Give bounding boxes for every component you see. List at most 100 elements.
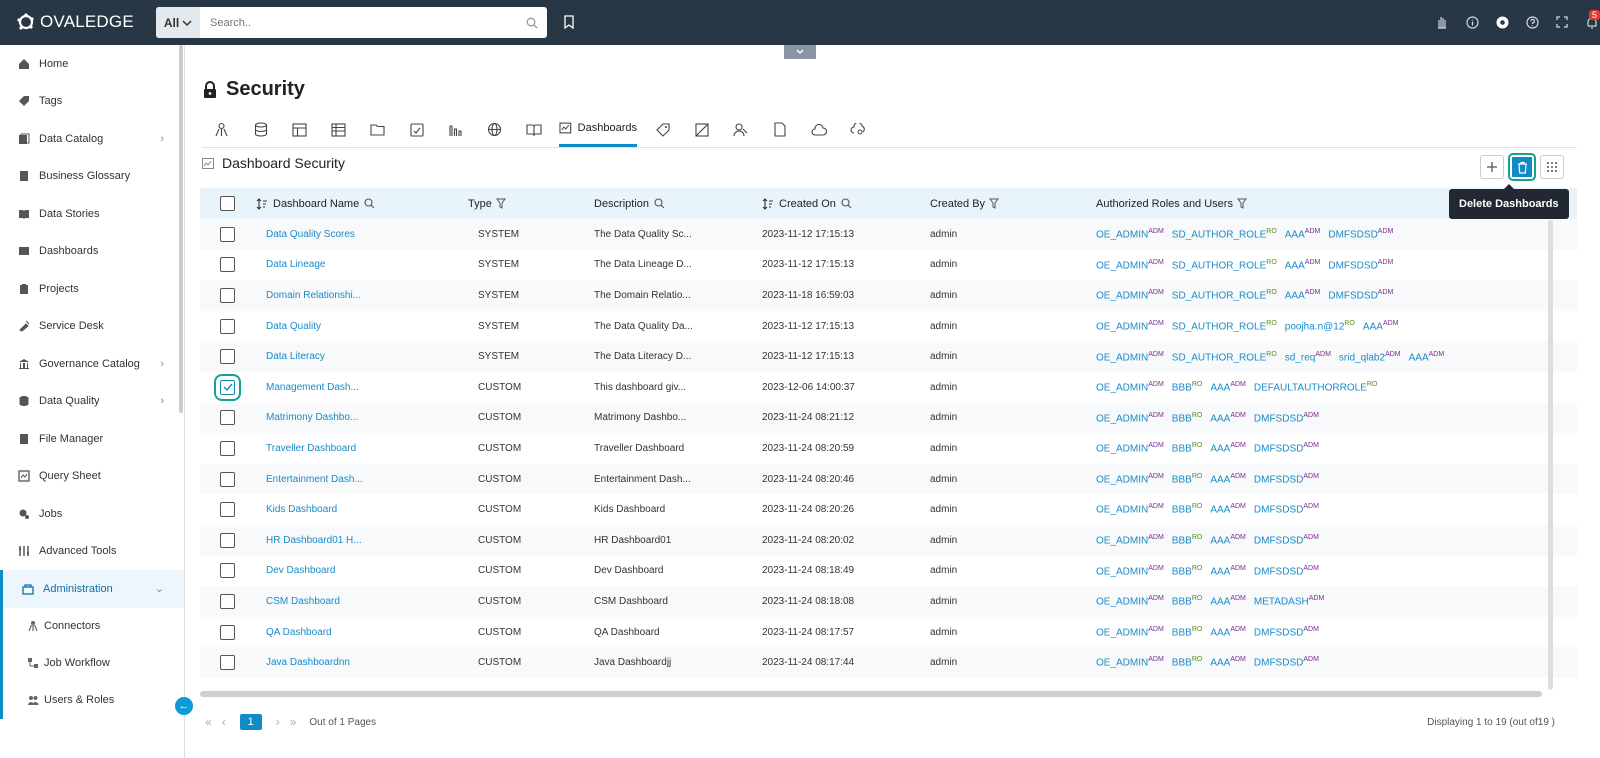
chrome-icon[interactable] <box>1494 14 1510 30</box>
dashboard-name-link[interactable]: HR Dashboard01 H... <box>266 535 362 546</box>
dashboard-name-link[interactable]: Domain Relationshi... <box>266 290 361 301</box>
role-tag[interactable]: OE_ADMINADM <box>1096 656 1164 668</box>
search-icon[interactable] <box>364 198 375 209</box>
dashboard-name-link[interactable]: Management Dash... <box>266 382 359 393</box>
role-tag[interactable]: DMFSDSDADM <box>1254 412 1319 424</box>
tab-connections[interactable] <box>202 112 241 147</box>
sidebar-item-governance-catalog[interactable]: Governance Catalog › <box>0 345 184 383</box>
row-checkbox[interactable] <box>220 624 235 640</box>
search-icon[interactable] <box>841 198 852 209</box>
role-tag[interactable]: OE_ADMINADM <box>1096 473 1164 485</box>
sidebar-item-advanced-tools[interactable]: Advanced Tools <box>0 533 184 571</box>
table-row[interactable]: Management Dash... CUSTOM This dashboard g… <box>200 372 1577 403</box>
sidebar-item-file-manager[interactable]: File Manager <box>0 420 184 458</box>
tab-tags[interactable] <box>643 112 682 147</box>
table-row[interactable]: CSM Dashboard CUSTOM CSM Dashboard 2023-11-… <box>200 586 1577 617</box>
role-tag[interactable]: AAAADM <box>1285 259 1321 271</box>
sidebar-item-data-stories[interactable]: Data Stories <box>0 195 184 233</box>
column-header-type[interactable]: Type <box>468 198 594 210</box>
table-vertical-scrollbar[interactable] <box>1548 220 1553 690</box>
hand-icon[interactable] <box>1434 14 1450 30</box>
role-tag[interactable]: AAAADM <box>1210 656 1246 668</box>
role-tag[interactable]: AAAADM <box>1210 442 1246 454</box>
search-icon[interactable] <box>654 198 665 209</box>
tab-dashboards[interactable]: Dashboards <box>559 112 637 147</box>
page-number-button[interactable]: 1 <box>239 714 262 730</box>
tab-files[interactable] <box>358 112 397 147</box>
role-tag[interactable]: AAAADM <box>1210 503 1246 515</box>
help-icon[interactable] <box>1524 14 1540 30</box>
column-header-name[interactable]: Dashboard Name <box>256 198 468 210</box>
tab-glossary[interactable] <box>682 112 721 147</box>
role-tag[interactable]: BBBRO <box>1172 565 1203 577</box>
role-tag[interactable]: AAAADM <box>1210 473 1246 485</box>
table-row[interactable]: HR Dashboard01 H... CUSTOM HR Dashboard01 2… <box>200 524 1577 556</box>
role-tag[interactable]: BBBRO <box>1172 412 1203 424</box>
role-tag[interactable]: OE_ADMINADM <box>1096 320 1164 332</box>
bookmark-icon[interactable] <box>563 15 575 29</box>
sidebar-subitem-connectors[interactable]: Connectors <box>0 607 184 645</box>
sidebar-item-administration[interactable]: Administration ⌄ <box>0 570 184 608</box>
sidebar-item-query-sheet[interactable]: Query Sheet <box>0 458 184 496</box>
next-page-icon[interactable]: › <box>276 715 280 729</box>
role-tag[interactable]: DMFSDSDADM <box>1328 259 1393 271</box>
tab-cloud[interactable] <box>799 112 838 147</box>
sidebar-item-jobs[interactable]: Jobs <box>0 495 184 533</box>
role-tag[interactable]: BBBRO <box>1172 442 1203 454</box>
role-tag[interactable]: SD_AUTHOR_ROLERO <box>1172 351 1277 363</box>
row-checkbox[interactable] <box>220 532 235 548</box>
role-tag[interactable]: BBBRO <box>1172 473 1203 485</box>
sidebar-item-projects[interactable]: Projects <box>0 270 184 308</box>
role-tag[interactable]: srid_qlab2ADM <box>1339 351 1401 363</box>
tab-cloud-search[interactable] <box>838 112 877 147</box>
role-tag[interactable]: DMFSDSDADM <box>1254 565 1319 577</box>
role-tag[interactable]: BBBRO <box>1172 626 1203 638</box>
table-row[interactable]: Data Literacy SYSTEM The Data Literacy D..… <box>200 341 1577 372</box>
row-checkbox[interactable] <box>220 349 235 365</box>
role-tag[interactable]: BBBRO <box>1172 381 1203 393</box>
search-input[interactable] <box>200 7 517 38</box>
table-horizontal-scrollbar[interactable] <box>200 691 1542 697</box>
role-tag[interactable]: SD_AUTHOR_ROLERO <box>1172 259 1277 271</box>
role-tag[interactable]: AAAADM <box>1210 595 1246 607</box>
table-row[interactable]: Traveller Dashboard CUSTOM Traveller Dashb… <box>200 433 1577 464</box>
role-tag[interactable]: DMFSDSDADM <box>1328 228 1393 240</box>
role-tag[interactable]: DMFSDSDADM <box>1254 473 1319 485</box>
role-tag[interactable]: SD_AUTHOR_ROLERO <box>1172 228 1277 240</box>
dashboard-name-link[interactable]: Kids Dashboard <box>266 504 337 515</box>
role-tag[interactable]: OE_ADMINADM <box>1096 412 1164 424</box>
search-icon[interactable] <box>517 7 547 38</box>
role-tag[interactable]: AAAADM <box>1363 320 1399 332</box>
dashboard-name-link[interactable]: Traveller Dashboard <box>266 443 356 454</box>
table-row[interactable]: QA Dashboard CUSTOM QA Dashboard 2023-11-24… <box>200 617 1577 648</box>
role-tag[interactable]: OE_ADMINADM <box>1096 351 1164 363</box>
tab-columns[interactable] <box>319 112 358 147</box>
role-tag[interactable]: DMFSDSDADM <box>1254 442 1319 454</box>
role-tag[interactable]: OE_ADMINADM <box>1096 626 1164 638</box>
role-tag[interactable]: BBBRO <box>1172 656 1203 668</box>
dashboard-name-link[interactable]: Data Quality <box>266 321 321 332</box>
table-row[interactable]: Domain Relationshi... SYSTEM The Domain Re… <box>200 280 1577 311</box>
sidebar-item-business-glossary[interactable]: Business Glossary <box>0 158 184 196</box>
role-tag[interactable]: SD_AUTHOR_ROLERO <box>1172 289 1277 301</box>
role-tag[interactable]: SD_AUTHOR_ROLERO <box>1172 320 1277 332</box>
sidebar-item-home[interactable]: Home <box>0 45 184 83</box>
dashboard-name-link[interactable]: Data Quality Scores <box>266 229 355 240</box>
sidebar-subitem-users-roles[interactable]: Users & Roles <box>0 681 184 719</box>
dashboard-name-link[interactable]: Matrimony Dashbo... <box>266 412 358 423</box>
row-checkbox[interactable] <box>220 471 235 487</box>
row-checkbox[interactable] <box>220 257 235 273</box>
role-tag[interactable]: BBBRO <box>1172 503 1203 515</box>
tab-tables[interactable] <box>280 112 319 147</box>
column-settings-button[interactable] <box>1540 155 1564 179</box>
role-tag[interactable]: OE_ADMINADM <box>1096 534 1164 546</box>
role-tag[interactable]: AAAADM <box>1409 351 1445 363</box>
sidebar-collapse-button[interactable]: ← <box>175 697 193 715</box>
role-tag[interactable]: DMFSDSDADM <box>1254 626 1319 638</box>
last-page-icon[interactable]: » <box>290 715 297 729</box>
column-header-description[interactable]: Description <box>594 198 762 210</box>
select-all-checkbox[interactable] <box>220 196 235 211</box>
first-page-icon[interactable]: « <box>205 715 212 729</box>
role-tag[interactable]: DEFAULTAUTHORROLERO <box>1254 381 1377 393</box>
row-checkbox[interactable] <box>220 287 235 303</box>
